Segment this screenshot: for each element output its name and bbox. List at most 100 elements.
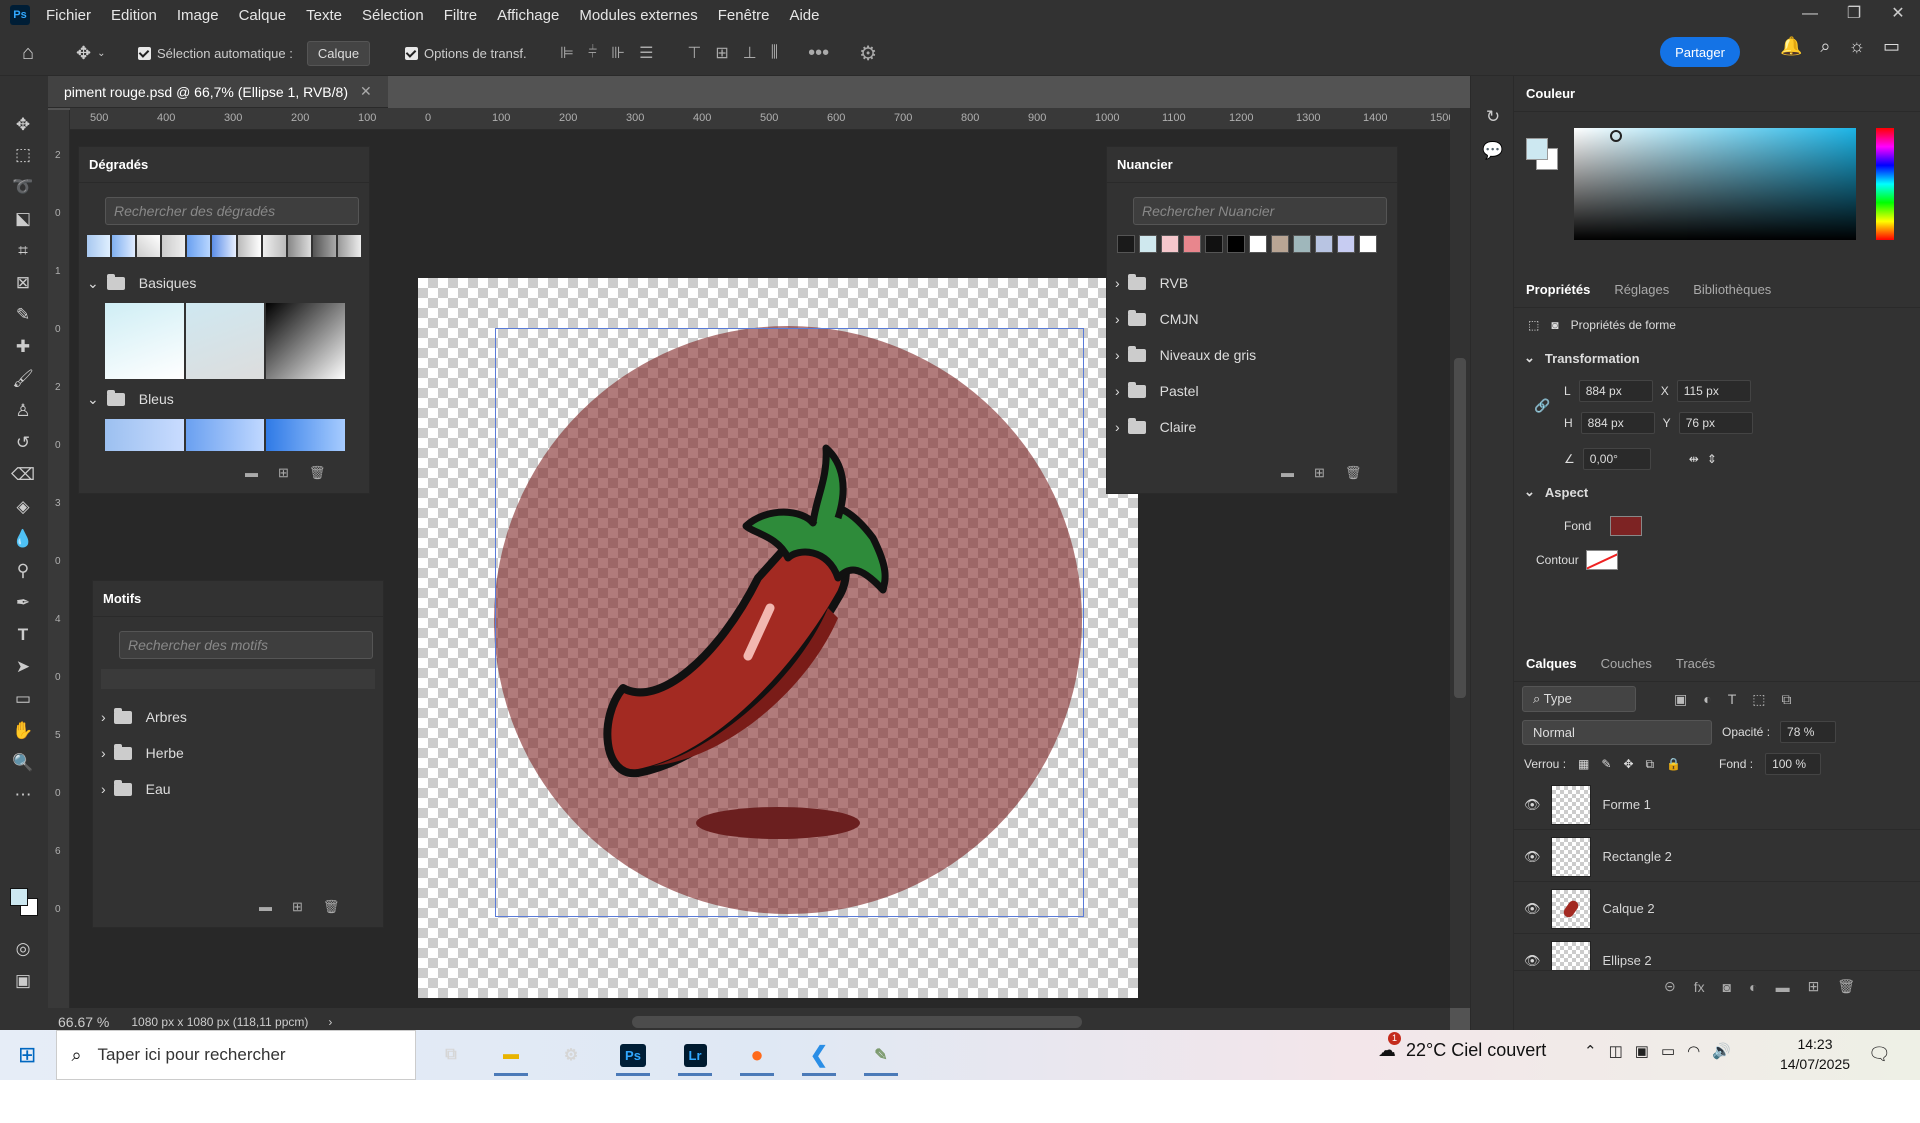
tab-reglages[interactable]: Réglages [1602,282,1681,297]
angle-input[interactable]: 0,00° [1582,448,1651,470]
gradient-group-bleus[interactable]: ⌄ Bleus [87,387,174,411]
new-group-icon[interactable]: ▬ [259,899,272,915]
tab-proprietes[interactable]: Propriétés [1514,282,1602,297]
tab-calques[interactable]: Calques [1514,656,1589,671]
settings-icon[interactable]: ⚙ [548,1034,594,1076]
menu-filtre[interactable]: Filtre [444,7,477,24]
camera-icon[interactable]: ◫ [1609,1042,1623,1060]
brush-icon[interactable]: 🖌 [10,366,36,392]
more-tools-icon[interactable]: ⋯ [10,782,36,808]
trash-icon[interactable]: 🗑 [309,465,326,481]
screen-mode-icon[interactable]: ▣ [10,968,36,994]
shape-icon[interactable]: ⬚ [1528,318,1539,332]
frame-icon[interactable]: ⊠ [10,270,36,296]
rectangle-icon[interactable]: ▭ [10,686,36,712]
aspect-section[interactable]: Aspect [1545,485,1588,500]
new-group-icon[interactable]: ▬ [245,465,258,481]
lock-pixels-icon[interactable]: ✎ [1601,757,1611,771]
new-gradient-icon[interactable]: ⊞ [278,465,289,481]
smart-filter-icon[interactable]: ⧉ [1782,691,1792,708]
bleus-gradients[interactable] [105,419,346,451]
basiques-gradients[interactable] [105,303,346,379]
link-layers-icon[interactable]: ⊝ [1664,978,1676,995]
minimize-icon[interactable]: — [1788,0,1832,30]
restore-icon[interactable]: ❐ [1832,0,1876,30]
blend-mode-dropdown[interactable]: Normal [1522,719,1712,745]
lasso-icon[interactable]: ➰ [10,174,36,200]
flip-horizontal-icon[interactable]: ⇹ [1689,452,1699,466]
adjust-filter-icon[interactable]: ◐ [1703,691,1711,708]
image-filter-icon[interactable]: ▣ [1674,691,1687,708]
new-swatch-icon[interactable]: ⊞ [1314,465,1325,481]
vertical-scrollbar[interactable] [1450,108,1470,1008]
pen-icon[interactable]: ✒ [10,590,36,616]
y-input[interactable]: 76 px [1678,412,1753,434]
align-left-icon[interactable]: ⊫ [560,43,574,63]
flip-vertical-icon[interactable]: ⇕ [1707,452,1717,466]
file-explorer-icon[interactable]: ▬ [488,1034,534,1076]
adjustment-layer-icon[interactable]: ◐ [1749,979,1757,995]
new-layer-icon[interactable]: ⊞ [1808,978,1820,995]
swatches-search-input[interactable]: Rechercher Nuancier [1133,197,1387,225]
pattern-group-herbe[interactable]: › Herbe [101,741,184,765]
move-icon[interactable]: ✥ [10,112,36,138]
layer-row[interactable]: 👁 Ellipse 2 [1514,936,1920,970]
monitor-icon[interactable]: ▣ [1635,1042,1649,1060]
lock-all-icon[interactable]: 🔒 [1666,757,1681,771]
firefox-icon[interactable]: ● [734,1034,780,1076]
fx-icon[interactable]: fx [1694,979,1705,995]
color-swatch[interactable] [1293,235,1311,253]
search-icon[interactable]: ⌕ [1820,36,1830,57]
text-filter-icon[interactable]: T [1728,691,1737,708]
tab-bibliotheques[interactable]: Bibliothèques [1681,282,1783,297]
gradients-search-input[interactable]: Rechercher des dégradés [105,197,359,225]
menu-selection[interactable]: Sélection [362,7,424,24]
stamp-icon[interactable]: ♙ [10,398,36,424]
tab-traces[interactable]: Tracés [1664,656,1727,671]
menu-image[interactable]: Image [177,7,219,24]
notifications-icon[interactable]: 🗨 [1868,1044,1891,1065]
hand-icon[interactable]: ✋ [10,718,36,744]
quick-mask-icon[interactable]: ◎ [10,936,36,962]
workspace-icon[interactable]: ▭ [1883,36,1900,57]
layer-name[interactable]: Ellipse 2 [1603,953,1652,968]
align-top-icon[interactable]: ⊤ [687,43,701,63]
paint-app-icon[interactable]: ✎ [858,1034,904,1076]
foreground-color[interactable] [10,888,28,906]
more-options-icon[interactable]: ••• [808,42,829,65]
clock[interactable]: 14:23 14/07/2025 [1770,1034,1860,1074]
gear-icon[interactable]: ⚙ [859,41,877,66]
menu-fenetre[interactable]: Fenêtre [718,7,770,24]
lightroom-taskbar-icon[interactable]: Lr [683,1043,707,1067]
eye-icon[interactable]: 👁 [1524,849,1541,865]
pattern-group-eau[interactable]: › Eau [101,777,171,801]
swatch-group-claire[interactable]: › Claire [1115,415,1196,439]
battery-icon[interactable]: ▭ [1661,1042,1675,1060]
paint-bucket-icon[interactable]: ◈ [10,494,36,520]
distribute-vertical-icon[interactable]: ⫼ [771,44,778,62]
home-icon[interactable]: ⌂ [22,30,34,76]
photoshop-app-icon[interactable]: Ps [10,5,30,25]
transform-section[interactable]: Transformation [1545,351,1640,366]
width-input[interactable]: 884 px [1578,380,1653,402]
shape-filter-icon[interactable]: ⬚ [1752,691,1765,708]
auto-select-checkbox[interactable] [138,46,151,60]
hue-slider[interactable] [1876,128,1894,240]
layer-name[interactable]: Forme 1 [1603,797,1651,812]
new-group-icon[interactable]: ▬ [1281,465,1294,481]
lock-transparency-icon[interactable]: ▦ [1578,757,1589,771]
align-right-icon[interactable]: ⊪ [611,43,625,63]
swatch-group-rvb[interactable]: › RVB [1115,271,1188,295]
color-foreground-swatch[interactable] [1526,138,1548,160]
align-bottom-icon[interactable]: ⊥ [743,43,757,63]
color-swatch[interactable] [1227,235,1245,253]
menu-texte[interactable]: Texte [306,7,342,24]
stroke-color-swatch[interactable] [1586,550,1618,570]
pattern-group-arbres[interactable]: › Arbres [101,705,187,729]
color-swatch[interactable] [1117,235,1135,253]
lock-position-icon[interactable]: ✥ [1623,757,1633,771]
layer-name[interactable]: Rectangle 2 [1603,849,1672,864]
color-swatch[interactable] [1249,235,1267,253]
auto-select-dropdown[interactable]: Calque [306,40,371,66]
gradient-group-basiques[interactable]: ⌄ Basiques [87,271,196,295]
